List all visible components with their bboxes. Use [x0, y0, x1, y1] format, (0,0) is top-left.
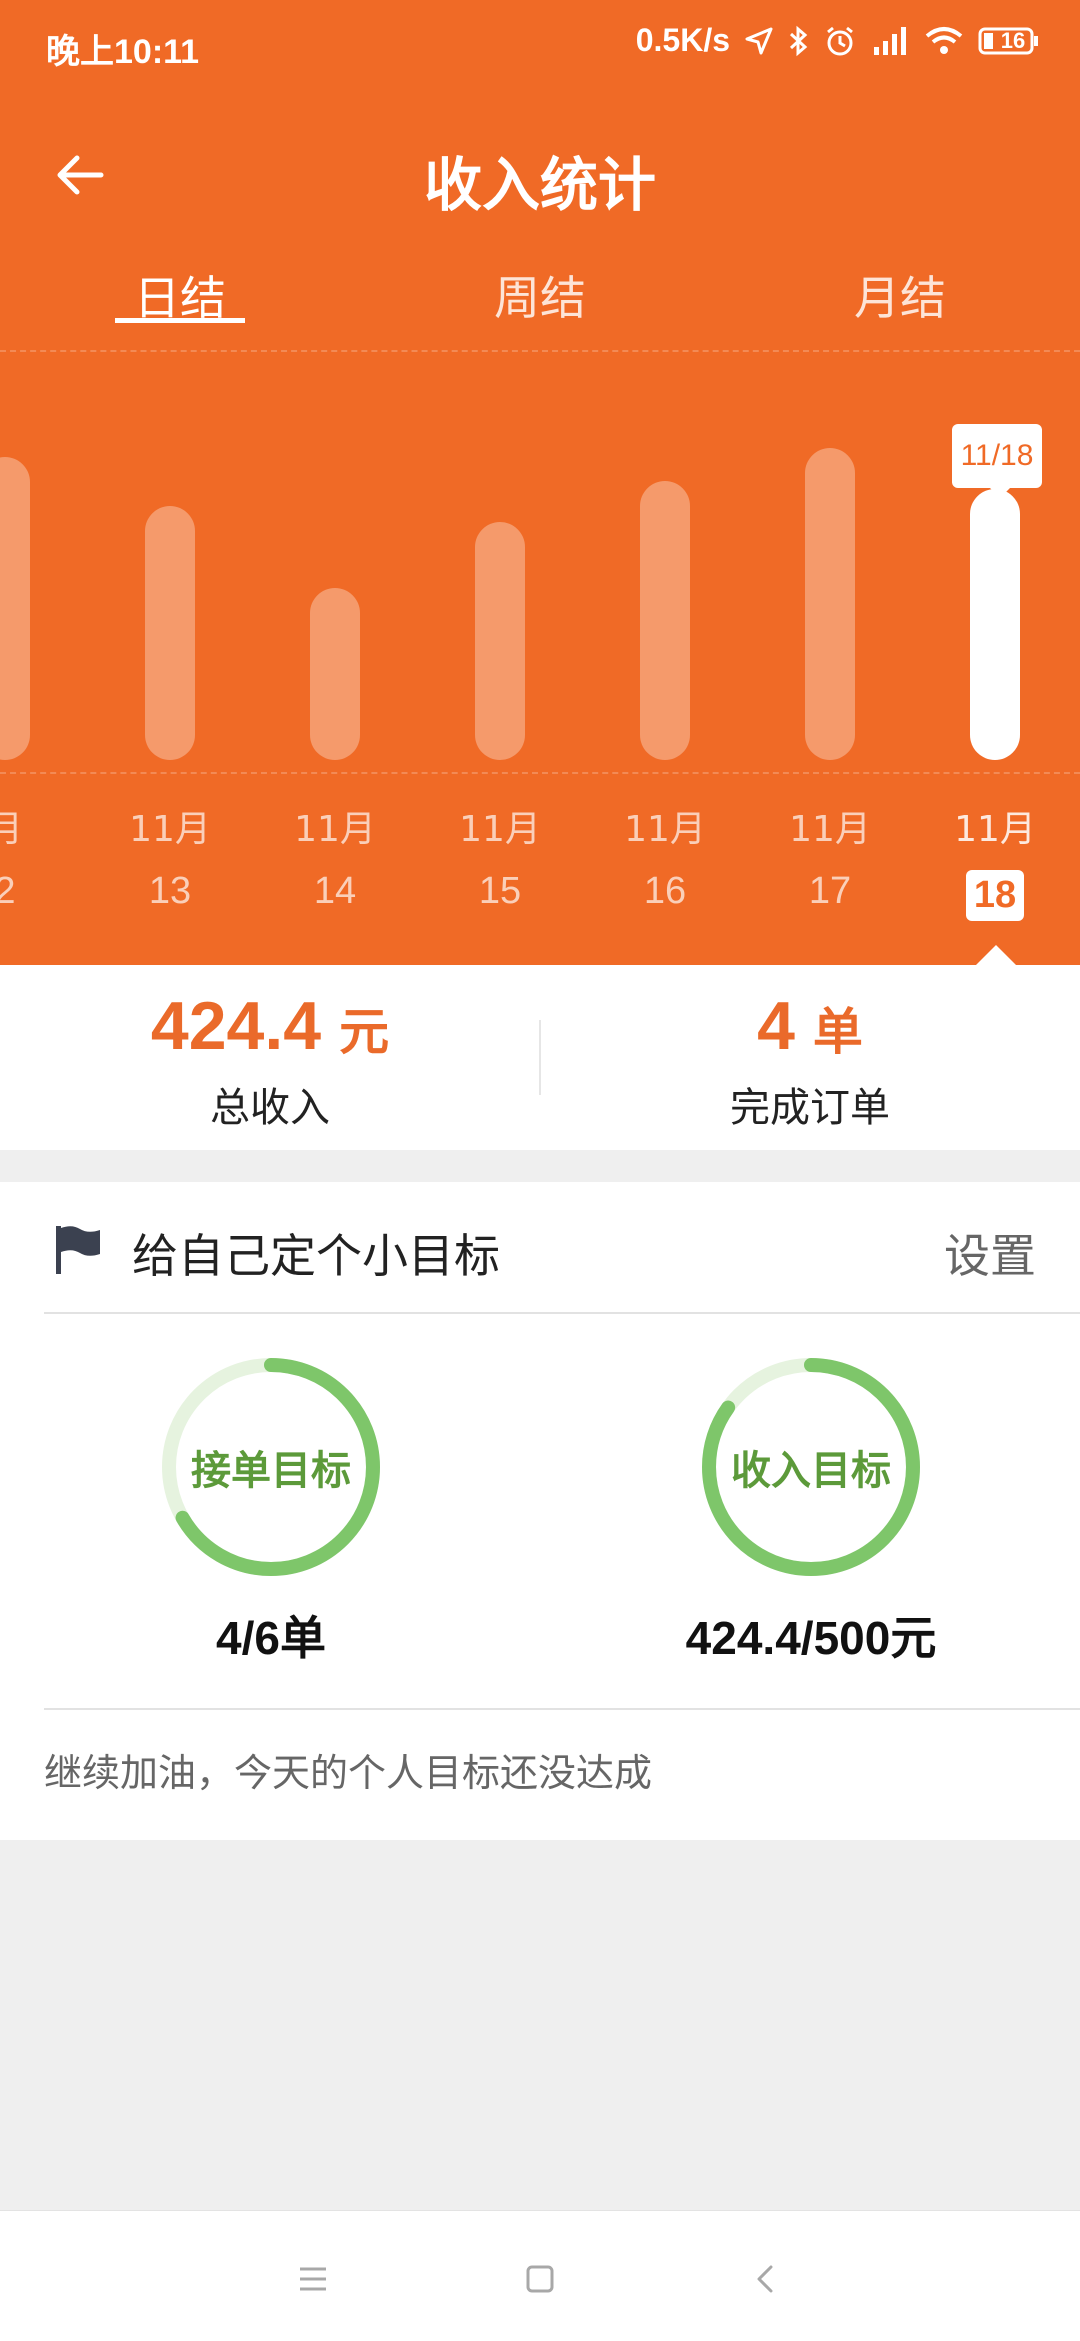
chart-xlabel-14[interactable]: 11月 14: [275, 800, 395, 913]
xlabel-day: 2: [0, 870, 16, 912]
home-button[interactable]: [510, 2249, 570, 2309]
xlabel-day: 15: [478, 870, 522, 912]
system-nav-bar: [0, 2210, 1080, 2341]
chart-bar-13[interactable]: [145, 506, 195, 760]
chevron-left-icon: [757, 2265, 773, 2293]
selection-pointer: [974, 945, 1018, 967]
battery-icon: 16: [978, 26, 1040, 56]
income-unit: 元: [339, 1004, 390, 1060]
chart-tooltip: 11/18: [952, 424, 1042, 498]
chart-xlabel-15[interactable]: 11月 15: [440, 800, 560, 913]
tab-monthly[interactable]: 月结: [800, 262, 1000, 328]
chart-xlabel-12[interactable]: 月2: [0, 800, 65, 913]
menu-icon: [300, 2267, 326, 2291]
chart-bar-17[interactable]: [805, 448, 855, 760]
xlabel-month: 11月: [954, 809, 1036, 850]
battery-level: 16: [1000, 27, 1026, 53]
tab-weekly[interactable]: 周结: [440, 262, 640, 328]
goal-settings-button[interactable]: 设置: [944, 1220, 1036, 1286]
chart-xlabel-17[interactable]: 11月 17: [770, 800, 890, 913]
goal-divider-bottom: [44, 1708, 1080, 1710]
xlabel-month: 月: [0, 809, 23, 850]
income-summary: 424.4 元 总收入 4单 完成订单: [0, 965, 1080, 1150]
location-icon: [744, 26, 774, 56]
chart-xlabel-18[interactable]: 11月 18: [935, 800, 1055, 921]
completed-orders: 4单 完成订单: [540, 965, 1080, 1133]
orders-value: 4: [757, 988, 795, 1064]
signal-icon: [870, 25, 910, 57]
xlabel-month: 11月: [294, 809, 376, 850]
bluetooth-icon: [788, 25, 810, 57]
xlabel-day: 14: [313, 870, 357, 912]
chart-bar-12[interactable]: [0, 457, 30, 760]
goal-divider-top: [44, 1312, 1080, 1314]
income-goal-value: 424.4/500元: [685, 1612, 937, 1664]
chart-xlabel-13[interactable]: 11月 13: [110, 800, 230, 913]
orders-label: 完成订单: [730, 1085, 890, 1131]
status-bar: 晚上10:11 0.5K/s 16: [0, 0, 1080, 92]
xlabel-day: 17: [808, 870, 852, 912]
page-title: 收入统计: [423, 151, 656, 219]
income-goal-label: 收入目标: [731, 1448, 891, 1494]
orders-unit: 单: [812, 1004, 863, 1060]
menu-button[interactable]: [283, 2249, 343, 2309]
chart-bar-18[interactable]: [970, 489, 1020, 760]
total-income: 424.4 元 总收入: [0, 965, 540, 1133]
network-speed: 0.5K/s: [635, 22, 730, 58]
xlabel-day: 18: [965, 870, 1025, 921]
xlabel-month: 11月: [129, 809, 211, 850]
chart-bar-15[interactable]: [475, 522, 525, 760]
order-goal-value: 4/6单: [216, 1612, 326, 1664]
chart-bar-14[interactable]: [310, 588, 360, 760]
goal-card: 给自己定个小目标 设置 接单目标 4/6单 收入目标 424.4/500元 继续…: [0, 1182, 1080, 1840]
chart-bar-16[interactable]: [640, 481, 690, 760]
wifi-icon: [924, 25, 964, 57]
order-goal-label: 接单目标: [191, 1448, 351, 1494]
goal-status-note: 继续加油，今天的个人目标还没达成: [44, 1751, 653, 1795]
chart-xlabel-16[interactable]: 11月 16: [605, 800, 725, 913]
income-value: 424.4: [150, 988, 322, 1064]
square-icon: [526, 2265, 554, 2293]
flag-icon: [56, 1226, 100, 1274]
goal-header: 给自己定个小目标 设置: [0, 1182, 1080, 1312]
system-back-button[interactable]: [735, 2249, 795, 2309]
grid-line-top: [0, 350, 1080, 352]
income-goal-ring: 收入目标: [696, 1352, 926, 1582]
xlabel-month: 11月: [459, 809, 541, 850]
xlabel-month: 11月: [624, 809, 706, 850]
alarm-icon: [824, 25, 856, 57]
tab-active-indicator: [115, 318, 245, 323]
xlabel-month: 11月: [789, 809, 871, 850]
income-label: 总收入: [210, 1085, 330, 1131]
xlabel-day: 16: [643, 870, 687, 912]
grid-line-bottom: [0, 772, 1080, 774]
status-time: 晚上10:11: [46, 33, 200, 71]
xlabel-day: 13: [148, 870, 192, 912]
goal-title: 给自己定个小目标: [132, 1229, 500, 1283]
order-goal-ring: 接单目标: [156, 1352, 386, 1582]
